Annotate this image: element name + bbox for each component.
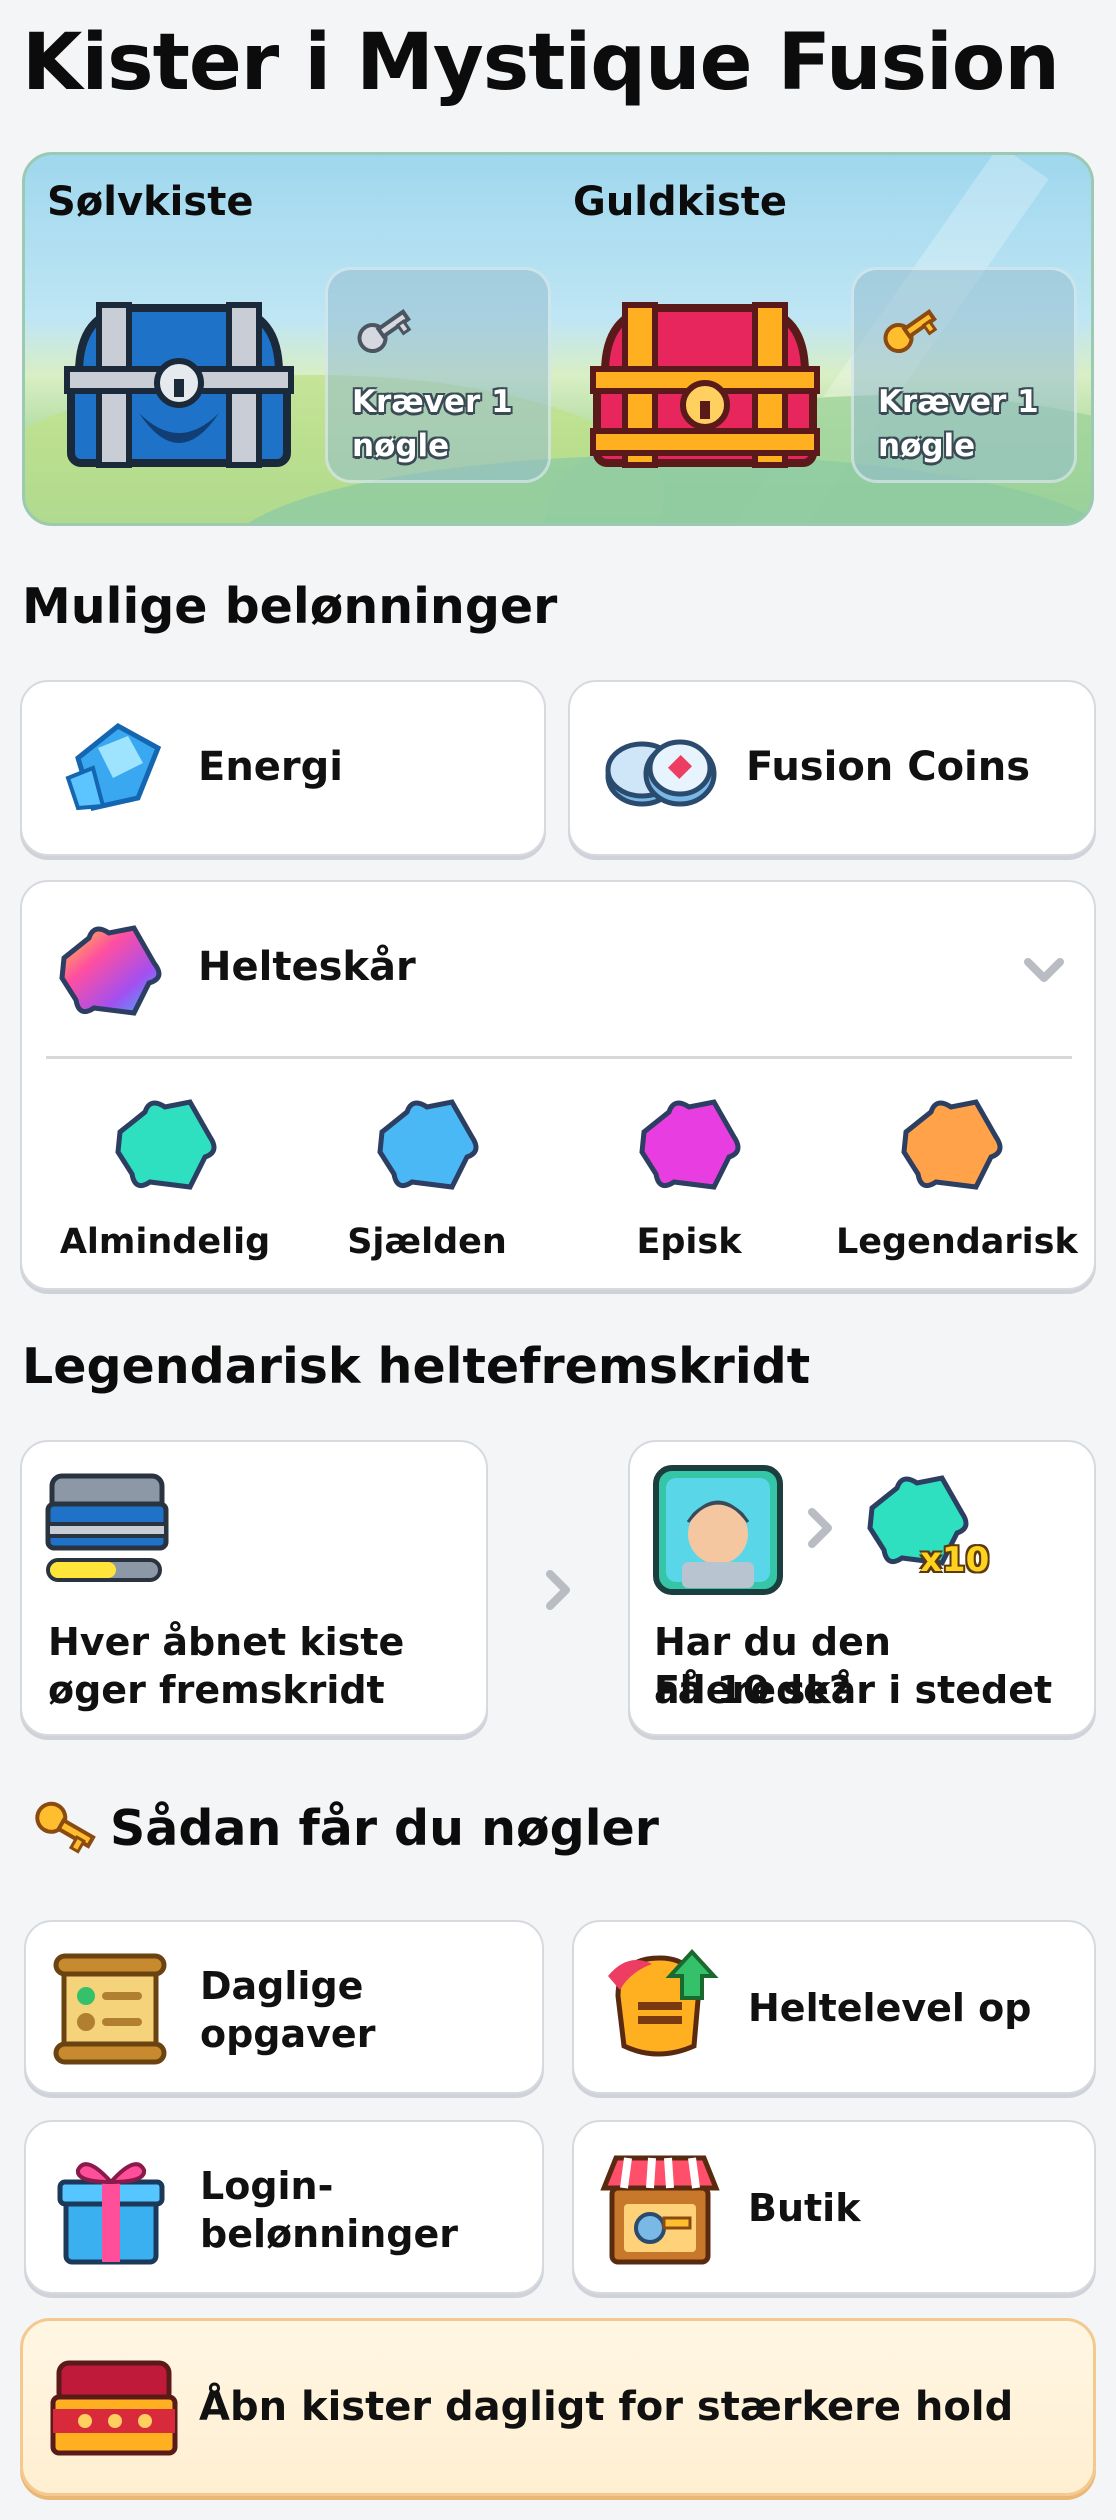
silver-key-requirement: Kræver 1 nøgle bbox=[325, 267, 551, 483]
progress-chest-icon bbox=[45, 1473, 169, 1582]
levelup-label: Heltelevel op bbox=[748, 1986, 1032, 2030]
progress-left-line2: øger fremskridt bbox=[48, 1668, 385, 1712]
shard-epic-label: Episk bbox=[636, 1222, 742, 1262]
shop-label: Butik bbox=[748, 2186, 861, 2230]
silver-key-icon bbox=[357, 309, 412, 354]
key-source-login-card[interactable]: Login- belønninger bbox=[24, 2120, 544, 2294]
chest-hero-panel: Sølvkiste Guldkiste Kræver 1 nøgle Kræve… bbox=[22, 152, 1094, 526]
fusion-coins-icon bbox=[605, 739, 717, 807]
progress-chest-card: Hver åbnet kiste øger fremskridt bbox=[20, 1440, 488, 1736]
progress-right-line2: Få 10 skår i stedet bbox=[654, 1668, 1053, 1712]
daily-label-line2: opgaver bbox=[200, 2012, 376, 2056]
reward-energy-label: Energi bbox=[198, 744, 343, 790]
progress-heading: Legendarisk heltefremskridt bbox=[22, 1338, 811, 1395]
key-source-levelup-card[interactable]: Heltelevel op bbox=[572, 1920, 1096, 2094]
daily-tip-banner: Åbn kister dagligt for stærkere hold bbox=[20, 2318, 1096, 2496]
banner-text: Åbn kister dagligt for stærkere hold bbox=[199, 2384, 1014, 2430]
progress-left-line1: Hver åbnet kiste bbox=[48, 1620, 405, 1664]
page-title: Kister i Mystique Fusion bbox=[22, 18, 1060, 108]
gold-chest-icon[interactable] bbox=[585, 293, 825, 473]
rare-shard-icon bbox=[377, 1099, 479, 1190]
chevron-right-icon bbox=[546, 1570, 570, 1610]
shards-divider bbox=[46, 1056, 1072, 1059]
common-shard-icon bbox=[115, 1099, 217, 1190]
gold-key-icon bbox=[883, 309, 938, 354]
helmet-levelup-icon bbox=[608, 1949, 719, 2057]
reward-energy-card[interactable]: Energi bbox=[20, 680, 546, 856]
hero-shards-label: Helteskår bbox=[198, 944, 416, 990]
gold-key-requirement: Kræver 1 nøgle bbox=[851, 267, 1077, 483]
gold-chest-small-icon bbox=[50, 2360, 178, 2456]
gold-requirement-text: Kræver 1 nøgle bbox=[878, 384, 1039, 464]
silver-requirement-text: Kræver 1 nøgle bbox=[352, 384, 513, 464]
hero-portrait-icon bbox=[653, 1465, 783, 1595]
rewards-heading: Mulige belønninger bbox=[22, 578, 558, 635]
shard-rare-label: Sjælden bbox=[347, 1222, 507, 1262]
key-source-daily-card[interactable]: Daglige opgaver bbox=[24, 1920, 544, 2094]
login-label-line1: Login- bbox=[200, 2164, 334, 2208]
chevron-right-small-icon bbox=[808, 1508, 832, 1548]
epic-shard-icon bbox=[639, 1099, 741, 1190]
login-label-line2: belønninger bbox=[200, 2212, 459, 2256]
key-source-shop-card[interactable]: Butik bbox=[572, 2120, 1096, 2294]
keys-heading: Sådan får du nøgler bbox=[110, 1800, 659, 1857]
energy-crystal-icon bbox=[65, 723, 162, 811]
scroll-quest-icon bbox=[53, 1953, 167, 2065]
gift-box-icon bbox=[57, 2162, 165, 2265]
reward-coins-card[interactable]: Fusion Coins bbox=[568, 680, 1096, 856]
shard-multiplier: x10 bbox=[920, 1540, 990, 1580]
shop-stall-icon bbox=[600, 2155, 720, 2265]
shard-legendary-label: Legendarisk bbox=[836, 1222, 1078, 1262]
chevron-down-icon[interactable] bbox=[1024, 958, 1064, 984]
reward-coins-label: Fusion Coins bbox=[746, 744, 1031, 790]
key-heading-icon bbox=[35, 1801, 96, 1854]
rainbow-shard-icon bbox=[59, 925, 162, 1016]
shard-common-label: Almindelig bbox=[59, 1222, 271, 1262]
legendary-shard-icon bbox=[901, 1099, 1003, 1190]
hero-shards-card[interactable]: Helteskår Almindelig Sjælden Episk Legen… bbox=[20, 880, 1096, 1290]
gold-chest-title: Guldkiste bbox=[573, 179, 788, 225]
silver-chest-icon[interactable] bbox=[59, 293, 299, 473]
progress-duplicate-card: x10 Har du den allerede? Få 10 skår i st… bbox=[628, 1440, 1096, 1736]
silver-chest-title: Sølvkiste bbox=[47, 179, 254, 225]
daily-label-line1: Daglige bbox=[200, 1964, 364, 2008]
